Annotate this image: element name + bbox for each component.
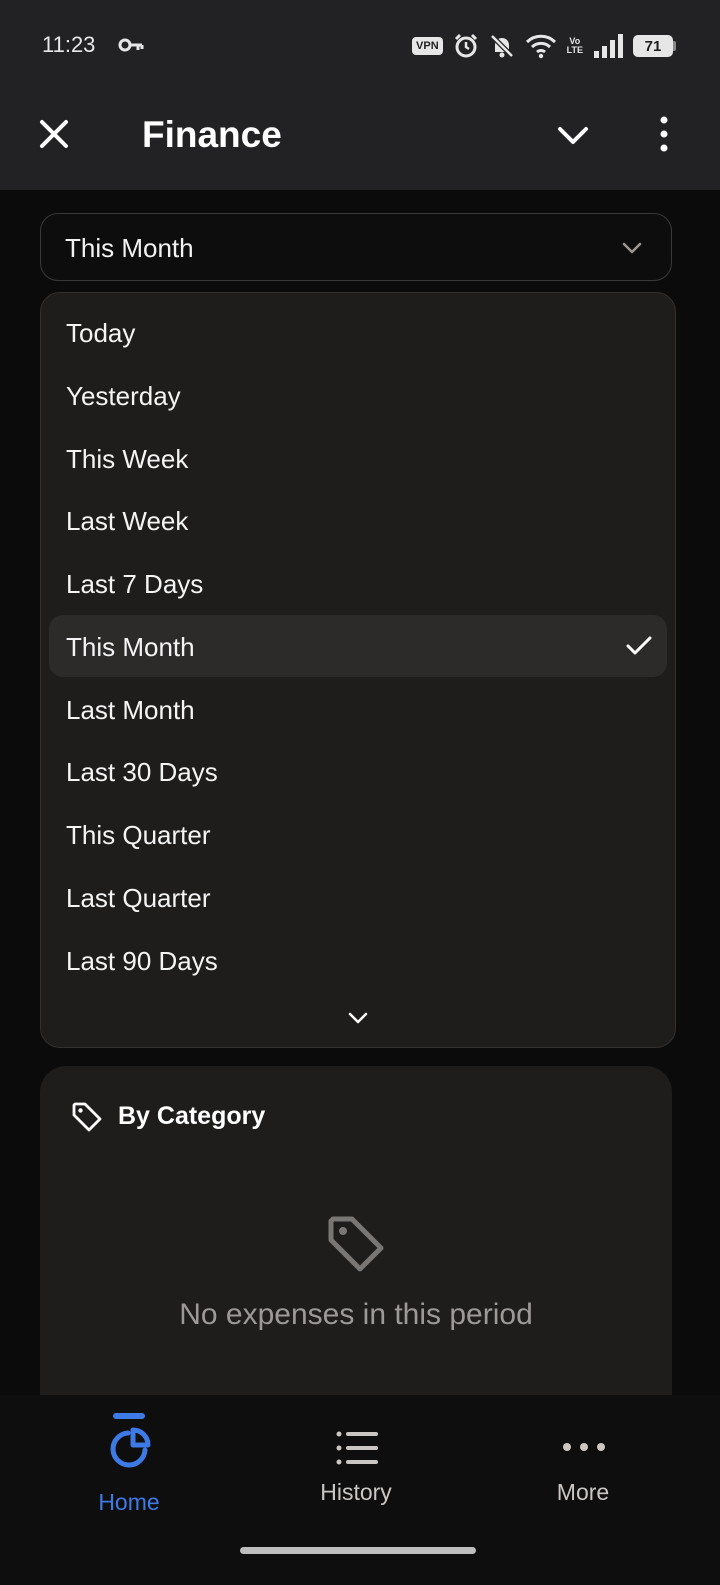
option-label: This Week — [66, 444, 189, 474]
option-this-week[interactable]: This Week — [49, 427, 667, 489]
wifi-icon — [525, 34, 556, 59]
status-icons: VPN Vo LTE 71 — [412, 30, 676, 62]
nav-label: Home — [98, 1489, 160, 1515]
nav-more[interactable]: More — [463, 1395, 703, 1535]
battery-icon: 71 — [633, 35, 676, 57]
option-label: This Quarter — [66, 820, 211, 850]
option-label: Last Quarter — [66, 883, 211, 913]
option-label: Yesterday — [66, 381, 181, 411]
tag-icon — [72, 1102, 102, 1132]
volte-indicator: Vo LTE — [567, 37, 583, 55]
vpn-badge: VPN — [412, 37, 443, 55]
alarm-icon — [454, 33, 477, 58]
app-bar: Finance — [0, 90, 720, 190]
nav-home[interactable]: Home — [9, 1395, 249, 1535]
option-last-30-days[interactable]: Last 30 Days — [49, 740, 667, 802]
option-last-90-days[interactable]: Last 90 Days — [49, 929, 667, 991]
nav-history[interactable]: History — [236, 1395, 476, 1535]
option-label: Last Week — [66, 506, 189, 536]
chevron-down-icon — [622, 242, 642, 254]
status-bar: 11:23 VPN Vo LTE 71 — [0, 0, 720, 90]
active-indicator — [113, 1413, 145, 1419]
period-select-value: This Month — [65, 233, 194, 263]
pie-chart-icon — [110, 1427, 151, 1468]
chevron-down-icon[interactable] — [556, 118, 590, 152]
scroll-down-icon[interactable] — [346, 1009, 370, 1027]
card-title: By Category — [118, 1102, 266, 1130]
close-icon[interactable] — [36, 116, 72, 152]
more-horizontal-icon — [563, 1443, 605, 1451]
option-label: This Month — [66, 632, 195, 662]
list-icon — [336, 1431, 378, 1465]
category-card: By Category No expenses in this period — [40, 1066, 672, 1406]
option-label: Last 90 Days — [66, 946, 218, 976]
option-last-7-days[interactable]: Last 7 Days — [49, 552, 667, 614]
option-label: Last Month — [66, 695, 195, 725]
period-select[interactable]: This Month — [40, 213, 672, 281]
battery-level: 71 — [644, 37, 662, 55]
option-label: Today — [66, 318, 136, 348]
volte-bottom: LTE — [566, 45, 583, 55]
period-dropdown-menu: Today Yesterday This Week Last Week Last… — [40, 292, 676, 1048]
option-label: Last 30 Days — [66, 757, 218, 787]
check-icon — [626, 636, 652, 655]
option-label: Last 7 Days — [66, 569, 204, 599]
option-this-quarter[interactable]: This Quarter — [49, 803, 667, 865]
page-title: Finance — [142, 114, 282, 155]
option-last-month[interactable]: Last Month — [49, 678, 667, 740]
status-time: 11:23 — [42, 32, 96, 57]
tag-icon — [328, 1216, 384, 1272]
gesture-bar — [0, 1535, 720, 1585]
option-last-week[interactable]: Last Week — [49, 489, 667, 551]
more-vertical-icon[interactable] — [652, 114, 676, 154]
option-this-month[interactable]: This Month — [49, 615, 667, 677]
option-today[interactable]: Today — [49, 301, 667, 363]
notifications-off-icon — [489, 34, 514, 58]
vpn-key-icon — [118, 38, 144, 52]
home-indicator[interactable] — [240, 1547, 476, 1554]
nav-label: More — [556, 1479, 610, 1505]
empty-state-message: No expenses in this period — [179, 1298, 533, 1331]
bottom-navigation: Home History More — [0, 1395, 720, 1535]
nav-label: History — [320, 1479, 392, 1505]
option-yesterday[interactable]: Yesterday — [49, 364, 667, 426]
signal-icon — [594, 34, 623, 58]
option-last-quarter[interactable]: Last Quarter — [49, 866, 667, 928]
